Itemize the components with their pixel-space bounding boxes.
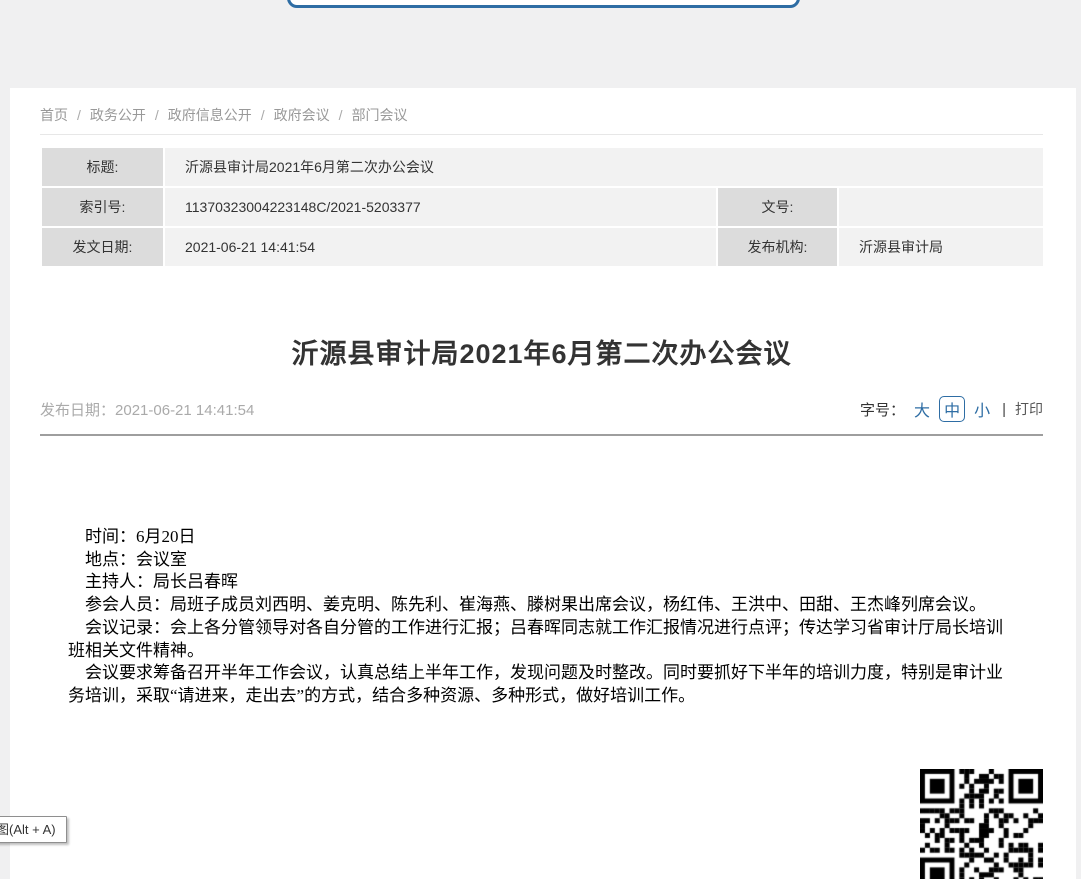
meta-row-title: 标题: 沂源县审计局2021年6月第二次办公会议: [41, 147, 1044, 187]
article-paragraph: 参会人员：局班子成员刘西明、姜克明、陈先利、崔海燕、滕树果出席会议，杨红伟、王洪…: [68, 594, 1007, 617]
page: 首页 / 政务公开 / 政府信息公开 / 政府会议 / 部门会议 标题: 沂源县审计局2021年…: [0, 0, 1081, 879]
breadcrumb-separator: /: [77, 107, 81, 123]
article-paragraph: 地点：会议室: [68, 549, 1007, 572]
breadcrumb: 首页 / 政务公开 / 政府信息公开 / 政府会议 / 部门会议: [40, 105, 1043, 125]
meta-row-date: 发文日期: 2021-06-21 14:41:54 发布机构: 沂源县审计局: [41, 227, 1044, 267]
breadcrumb-item[interactable]: 部门会议: [352, 107, 408, 123]
meta-index-value: 11370323004223148C/2021-5203377: [164, 187, 717, 227]
print-button[interactable]: 打印: [1015, 399, 1043, 419]
meta-table: 标题: 沂源县审计局2021年6月第二次办公会议 索引号: 1137032300…: [40, 146, 1045, 268]
meta-title-label: 标题:: [41, 147, 164, 187]
article-body: 时间：6月20日地点：会议室主持人：局长吕春晖参会人员：局班子成员刘西明、姜克明…: [40, 526, 1043, 708]
publish-date: 发布日期：2021-06-21 14:41:54: [40, 399, 254, 420]
font-size-label: 字号：: [860, 399, 905, 420]
article-paragraph: 主持人：局长吕春晖: [68, 571, 1007, 594]
font-size-large-button[interactable]: 大: [914, 397, 930, 421]
qr-code: [920, 769, 1043, 879]
search-box-remnant[interactable]: [287, 0, 800, 8]
breadcrumb-separator: /: [155, 107, 159, 123]
meta-title-value: 沂源县审计局2021年6月第二次办公会议: [164, 147, 1044, 187]
content-inner: 首页 / 政务公开 / 政府信息公开 / 政府会议 / 部门会议 标题: 沂源县审计局2021年…: [10, 105, 1076, 879]
meta-docnum-value: [838, 187, 1044, 227]
breadcrumb-item[interactable]: 首页: [40, 107, 68, 123]
article-title: 沂源县审计局2021年6月第二次办公会议: [40, 332, 1043, 371]
meta-date-label: 发文日期:: [41, 227, 164, 267]
breadcrumb-item[interactable]: 政府信息公开: [168, 107, 252, 123]
meta-org-label: 发布机构:: [717, 227, 838, 267]
content-card: 首页 / 政务公开 / 政府信息公开 / 政府会议 / 部门会议 标题: 沂源县审计局2021年…: [10, 88, 1076, 879]
screenshot-tooltip: 截图(Alt + A): [0, 816, 67, 843]
publish-date-value: 2021-06-21 14:41:54: [115, 402, 254, 419]
article-paragraph: 会议记录：会上各分管领导对各自分管的工作进行汇报；吕春晖同志就工作汇报情况进行点…: [68, 617, 1007, 662]
meta-index-label: 索引号:: [41, 187, 164, 227]
meta-org-value: 沂源县审计局: [838, 227, 1044, 267]
meta-date-value: 2021-06-21 14:41:54: [164, 227, 717, 267]
meta-docnum-label: 文号:: [717, 187, 838, 227]
article-paragraph: 时间：6月20日: [68, 526, 1007, 549]
font-size-small-button[interactable]: 小: [974, 397, 990, 421]
font-size-tools: 字号： 大 中 小 | 打印: [860, 396, 1043, 422]
breadcrumb-item[interactable]: 政府会议: [274, 107, 330, 123]
tools-separator: |: [1002, 401, 1006, 418]
content-divider: [40, 434, 1043, 436]
article-paragraph: 会议要求筹备召开半年工作会议，认真总结上半年工作，发现问题及时整改。同时要抓好下…: [68, 662, 1007, 707]
meta-row-index: 索引号: 11370323004223148C/2021-5203377 文号:: [41, 187, 1044, 227]
breadcrumb-item[interactable]: 政务公开: [90, 107, 146, 123]
breadcrumb-separator: /: [261, 107, 265, 123]
font-size-medium-button[interactable]: 中: [939, 396, 965, 422]
breadcrumb-separator: /: [339, 107, 343, 123]
publish-date-label: 发布日期：: [40, 402, 115, 419]
publish-row: 发布日期：2021-06-21 14:41:54 字号： 大 中 小 | 打印: [40, 396, 1043, 422]
breadcrumb-divider: [40, 134, 1043, 135]
